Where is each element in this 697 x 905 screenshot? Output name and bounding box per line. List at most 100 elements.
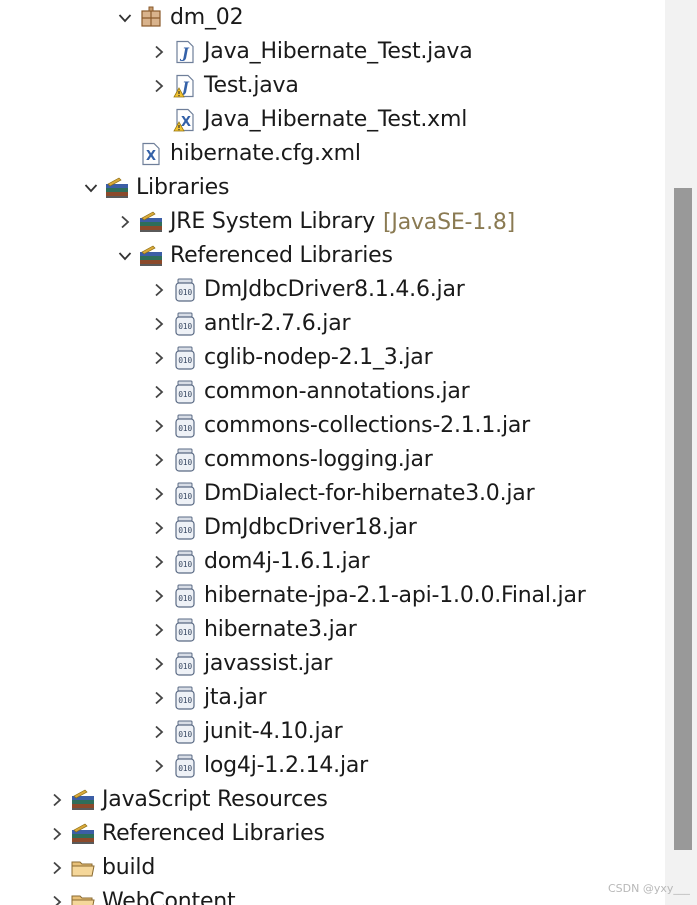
chevron-right-icon[interactable] xyxy=(146,379,172,405)
tree-item-java-hib-test-xml[interactable]: X Java_Hibernate_Test.xml xyxy=(146,103,467,137)
chevron-down-icon[interactable] xyxy=(112,5,138,31)
tree-item-label: JavaScript Resources xyxy=(102,787,328,812)
svg-text:010: 010 xyxy=(178,696,192,705)
tree-item-webcontent[interactable]: WebContent xyxy=(44,885,236,905)
chevron-right-icon[interactable] xyxy=(44,821,70,847)
tree-item-label: Java_Hibernate_Test.xml xyxy=(204,107,468,132)
jar-icon: 010 xyxy=(172,345,198,371)
tree-item-ref-libs-outer[interactable]: Referenced Libraries xyxy=(44,817,325,851)
svg-text:010: 010 xyxy=(178,628,192,637)
tree-item-label: hibernate3.jar xyxy=(204,617,357,642)
xml-file-warning-icon: X xyxy=(172,107,198,133)
tree-item-jre[interactable]: JRE System Library [JavaSE-1.8] xyxy=(112,205,515,239)
tree-item-label: jta.jar xyxy=(204,685,267,710)
chevron-right-icon[interactable] xyxy=(146,311,172,337)
jar-icon: 010 xyxy=(172,277,198,303)
vertical-scrollbar-thumb[interactable] xyxy=(674,188,692,850)
svg-text:010: 010 xyxy=(178,322,192,331)
chevron-right-icon[interactable] xyxy=(146,73,172,99)
tree-item-java-hib-test[interactable]: J Java_Hibernate_Test.java xyxy=(146,35,473,69)
tree-item-jar-dom4j[interactable]: 010 dom4j-1.6.1.jar xyxy=(146,545,370,579)
chevron-down-icon[interactable] xyxy=(78,175,104,201)
tree-item-label: Referenced Libraries xyxy=(170,243,393,268)
chevron-right-icon[interactable] xyxy=(146,515,172,541)
tree-item-decoration: [JavaSE-1.8] xyxy=(383,209,516,235)
tree-item-jar-antlr[interactable]: 010 antlr-2.7.6.jar xyxy=(146,307,351,341)
chevron-right-icon[interactable] xyxy=(146,481,172,507)
chevron-right-icon[interactable] xyxy=(146,277,172,303)
chevron-right-icon[interactable] xyxy=(112,209,138,235)
chevron-right-icon[interactable] xyxy=(146,413,172,439)
tree-item-label: dm_02 xyxy=(170,5,244,30)
chevron-right-icon[interactable] xyxy=(146,583,172,609)
folder-icon xyxy=(70,889,96,905)
library-icon xyxy=(70,787,96,813)
tree-item-dm02[interactable]: dm_02 xyxy=(112,1,244,35)
chevron-right-icon[interactable] xyxy=(44,787,70,813)
tree-item-label: log4j-1.2.14.jar xyxy=(204,753,368,778)
tree-item-label: Referenced Libraries xyxy=(102,821,325,846)
chevron-right-icon[interactable] xyxy=(44,855,70,881)
chevron-right-icon[interactable] xyxy=(146,617,172,643)
chevron-right-icon[interactable] xyxy=(146,651,172,677)
chevron-right-icon[interactable] xyxy=(146,685,172,711)
library-icon xyxy=(70,821,96,847)
library-icon xyxy=(104,175,130,201)
svg-text:X: X xyxy=(146,149,156,164)
tree-item-jar-hib-jpa[interactable]: 010 hibernate-jpa-2.1-api-1.0.0.Final.jar xyxy=(146,579,586,613)
svg-text:010: 010 xyxy=(178,356,192,365)
svg-text:010: 010 xyxy=(178,288,192,297)
chevron-right-icon[interactable] xyxy=(146,39,172,65)
tree-item-jar-hibernate3[interactable]: 010 hibernate3.jar xyxy=(146,613,357,647)
jar-icon: 010 xyxy=(172,413,198,439)
chevron-down-icon[interactable] xyxy=(112,243,138,269)
tree-item-label: commons-logging.jar xyxy=(204,447,433,472)
chevron-right-icon[interactable] xyxy=(146,549,172,575)
tree-item-libraries[interactable]: Libraries xyxy=(78,171,229,205)
tree-item-jar-commons-logging[interactable]: 010 commons-logging.jar xyxy=(146,443,433,477)
tree-item-jar-cglib[interactable]: 010 cglib-nodep-2.1_3.jar xyxy=(146,341,433,375)
tree-item-test-java[interactable]: J Test.java xyxy=(146,69,299,103)
java-file-icon: J xyxy=(172,39,198,65)
tree-item-label: WebContent xyxy=(102,889,236,905)
tree-item-js-resources[interactable]: JavaScript Resources xyxy=(44,783,328,817)
tree-item-jar-dmjdbc18[interactable]: 010 DmJdbcDriver18.jar xyxy=(146,511,417,545)
watermark: CSDN @yxy___ xyxy=(608,882,690,895)
tree-item-build[interactable]: build xyxy=(44,851,155,885)
chevron-right-icon[interactable] xyxy=(146,753,172,779)
svg-text:010: 010 xyxy=(178,458,192,467)
tree-item-jar-junit[interactable]: 010 junit-4.10.jar xyxy=(146,715,343,749)
tree-item-label: common-annotations.jar xyxy=(204,379,470,404)
tree-item-jar-commons-collections[interactable]: 010 commons-collections-2.1.1.jar xyxy=(146,409,530,443)
svg-text:010: 010 xyxy=(178,662,192,671)
tree-item-label: hibernate.cfg.xml xyxy=(170,141,361,166)
tree-item-jar-jta[interactable]: 010 jta.jar xyxy=(146,681,267,715)
tree-item-label: DmDialect-for-hibernate3.0.jar xyxy=(204,481,535,506)
tree-item-jar-log4j[interactable]: 010 log4j-1.2.14.jar xyxy=(146,749,368,783)
tree-item-label: JRE System Library xyxy=(170,209,376,234)
chevron-right-icon[interactable] xyxy=(44,889,70,905)
jar-icon: 010 xyxy=(172,753,198,779)
tree-item-jar-javassist[interactable]: 010 javassist.jar xyxy=(146,647,332,681)
jar-icon: 010 xyxy=(172,379,198,405)
tree-item-label: javassist.jar xyxy=(204,651,333,676)
tree-item-label: hibernate-jpa-2.1-api-1.0.0.Final.jar xyxy=(204,583,586,608)
jar-icon: 010 xyxy=(172,447,198,473)
chevron-right-icon[interactable] xyxy=(146,719,172,745)
jar-icon: 010 xyxy=(172,311,198,337)
tree-item-label: Test.java xyxy=(204,73,299,98)
tree-item-jar-dmdialect[interactable]: 010 DmDialect-for-hibernate3.0.jar xyxy=(146,477,535,511)
jar-icon: 010 xyxy=(172,651,198,677)
xml-file-icon: X xyxy=(138,141,164,167)
jar-icon: 010 xyxy=(172,617,198,643)
folder-icon xyxy=(70,855,96,881)
tree-item-hibernate-cfg[interactable]: Xhibernate.cfg.xml xyxy=(112,137,361,171)
tree-item-jar-dmjdbc8[interactable]: 010 DmJdbcDriver8.1.4.6.jar xyxy=(146,273,465,307)
tree-item-label: junit-4.10.jar xyxy=(204,719,343,744)
tree-item-jar-common-annotations[interactable]: 010 common-annotations.jar xyxy=(146,375,470,409)
chevron-right-icon[interactable] xyxy=(146,447,172,473)
svg-text:010: 010 xyxy=(178,424,192,433)
chevron-right-icon[interactable] xyxy=(146,345,172,371)
tree-item-label: cglib-nodep-2.1_3.jar xyxy=(204,345,433,370)
tree-item-ref-libs-inner[interactable]: Referenced Libraries xyxy=(112,239,393,273)
